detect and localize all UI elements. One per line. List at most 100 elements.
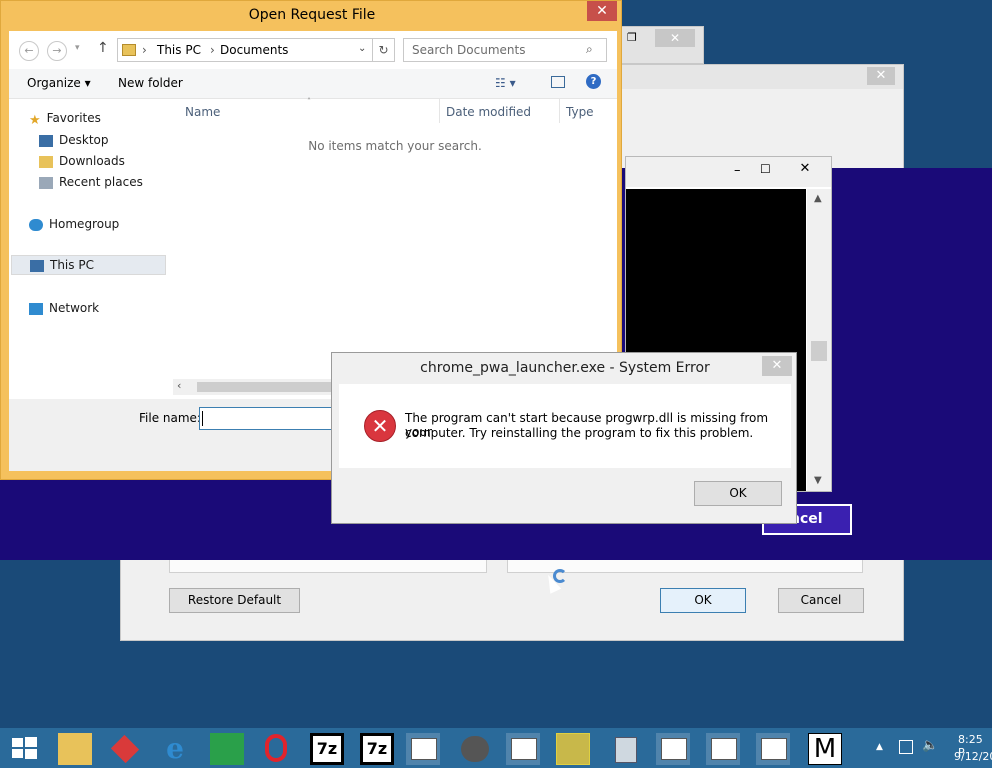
system-error-dialog: chrome_pwa_launcher.exe - System Error ✕… (331, 352, 797, 524)
m-app-icon[interactable]: M (808, 733, 842, 765)
file-name-label: File name: (139, 411, 201, 425)
command-bar: Organize ▾ New folder ☷ ▾ ? (9, 69, 617, 99)
keys-app-icon[interactable] (556, 733, 590, 765)
network-settings-icon[interactable] (458, 733, 492, 765)
scroll-up-icon[interactable]: ▲ (814, 193, 822, 204)
start-button[interactable] (10, 736, 38, 760)
volume-muted-icon[interactable]: 🔈 (922, 738, 938, 753)
clock-date[interactable]: 9/12/20 (954, 750, 992, 763)
small-window-close-button[interactable]: ✕ (655, 29, 695, 47)
downloads-icon (39, 155, 53, 168)
background-dialog-close-button[interactable]: ✕ (867, 67, 895, 85)
preview-pane-icon[interactable] (551, 76, 565, 88)
column-divider (439, 99, 440, 123)
file-name-input[interactable] (199, 407, 349, 430)
nav-label: Homegroup (49, 217, 120, 231)
console-scrollbar[interactable]: ▲ ▼ (807, 189, 831, 491)
view-options-icon[interactable]: ☷ ▾ (495, 76, 516, 90)
nav-item-favorites[interactable]: ★ Favorites (29, 111, 101, 128)
console-maximize-button[interactable]: ☐ (760, 162, 774, 176)
scroll-down-icon[interactable]: ▼ (814, 475, 822, 486)
address-separator: › (210, 43, 215, 57)
nav-item-desktop[interactable]: Desktop (39, 133, 109, 147)
network-icon (29, 302, 43, 315)
recent-places-icon (39, 176, 53, 189)
address-dropdown-icon[interactable]: ⌄ (358, 43, 366, 54)
show-hidden-icons-icon[interactable]: ▲ (876, 742, 883, 752)
organize-menu[interactable]: Organize ▾ (27, 76, 91, 90)
column-header-name[interactable]: Name (185, 105, 220, 119)
busy-spinner-icon (553, 569, 567, 583)
address-separator: › (142, 43, 147, 57)
package-app-icon[interactable] (108, 733, 142, 765)
error-message-area: ✕ The program can't start because progwr… (339, 384, 791, 468)
nav-item-this-pc[interactable]: This PC (11, 255, 166, 275)
console-minimize-button[interactable]: – (734, 163, 748, 178)
sort-up-icon: ˄ (307, 97, 311, 106)
nav-label: Recent places (59, 175, 143, 189)
windows-logo-icon (12, 737, 37, 759)
nav-label: Network (49, 301, 100, 315)
folder-icon (122, 44, 136, 56)
address-documents[interactable]: Documents (220, 43, 288, 57)
bg-ok-button[interactable]: OK (660, 588, 746, 613)
recent-locations-icon[interactable]: ▾ (75, 43, 80, 53)
search-icon[interactable]: ⌕ (586, 42, 593, 57)
back-arrow-icon[interactable]: ← (19, 41, 39, 61)
column-header-type[interactable]: Type (566, 105, 594, 119)
new-folder-button[interactable]: New folder (118, 76, 183, 90)
horizontal-scroll-thumb[interactable] (197, 382, 337, 392)
file-explorer-icon[interactable] (58, 733, 92, 765)
error-icon: ✕ (364, 410, 396, 442)
internet-explorer-icon[interactable]: e (158, 733, 192, 765)
text-caret (202, 411, 203, 426)
empty-message: No items match your search. (308, 139, 482, 153)
network-tray-icon[interactable] (899, 740, 913, 754)
error-message-line-2: computer. Try reinstalling the program t… (405, 426, 754, 440)
address-this-pc[interactable]: This PC (157, 43, 201, 57)
scroll-left-icon[interactable]: ‹ (177, 379, 181, 392)
forward-arrow-icon[interactable]: → (47, 41, 67, 61)
nav-item-downloads[interactable]: Downloads (39, 154, 125, 168)
star-icon: ★ (29, 112, 41, 128)
address-bar[interactable]: › This PC › Documents ⌄ ↻ (117, 38, 395, 62)
refresh-icon[interactable]: ↻ (372, 39, 394, 61)
calculator-icon[interactable] (608, 733, 642, 765)
scroll-thumb[interactable] (811, 341, 827, 361)
open-dialog-title: Open Request File (248, 7, 376, 23)
nav-item-network[interactable]: Network (29, 301, 99, 315)
error-dialog-close-button[interactable]: ✕ (762, 356, 792, 376)
app-window-icon[interactable] (656, 733, 690, 765)
app-window-icon[interactable] (406, 733, 440, 765)
column-header-date-modified[interactable]: Date modified (446, 105, 531, 119)
opera-icon[interactable] (260, 733, 294, 765)
taskbar (0, 728, 992, 768)
open-dialog-close-button[interactable]: ✕ (587, 1, 617, 21)
nav-item-homegroup[interactable]: Homegroup (29, 217, 119, 231)
store-icon[interactable] (210, 733, 244, 765)
nav-item-recent-places[interactable]: Recent places (39, 175, 143, 189)
nav-label: Favorites (46, 111, 101, 125)
sevenzip-icon[interactable]: 7z (310, 733, 344, 765)
homegroup-icon (29, 218, 43, 231)
restore-icon[interactable]: ❐ (627, 31, 643, 45)
console-titlebar: – ☐ ✕ (626, 157, 831, 187)
error-ok-button[interactable]: OK (694, 481, 782, 506)
search-input[interactable]: Search Documents (412, 43, 525, 57)
sevenzip-icon[interactable]: 7z (360, 733, 394, 765)
help-icon[interactable]: ? (586, 74, 601, 89)
app-window-icon[interactable] (756, 733, 790, 765)
search-box[interactable]: Search Documents ⌕ (403, 38, 607, 62)
error-dialog-title: chrome_pwa_launcher.exe - System Error (420, 360, 710, 376)
bg-cancel-button[interactable]: Cancel (778, 588, 864, 613)
app-window-icon[interactable] (706, 733, 740, 765)
restore-default-button[interactable]: Restore Default (169, 588, 300, 613)
column-divider (559, 99, 560, 123)
nav-label: Desktop (59, 133, 109, 147)
up-arrow-icon[interactable]: ↑ (97, 40, 109, 56)
app-window-icon[interactable] (506, 733, 540, 765)
desktop-icon (39, 134, 53, 147)
console-close-button[interactable]: ✕ (788, 161, 822, 181)
computer-icon (30, 259, 44, 272)
nav-label: Downloads (59, 154, 125, 168)
